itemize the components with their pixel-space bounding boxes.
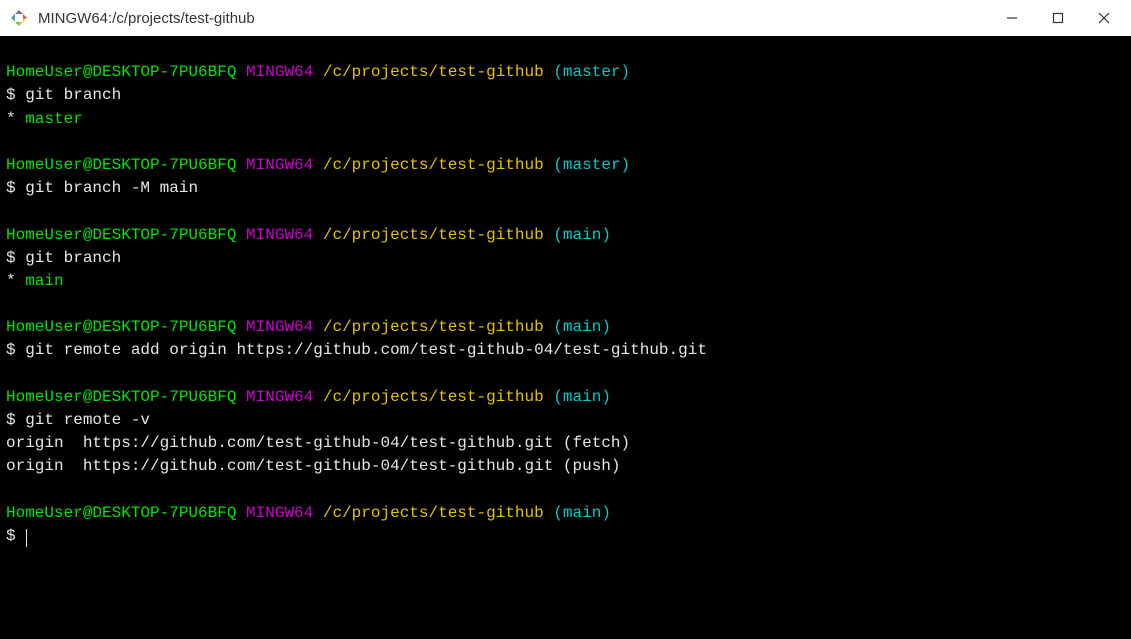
title-bar: MINGW64:/c/projects/test-github bbox=[0, 0, 1131, 36]
prompt-line: HomeUser@DESKTOP-7PU6BFQ MINGW64 /c/proj… bbox=[6, 224, 1125, 247]
branch-name: main bbox=[25, 272, 63, 290]
output-line: * main bbox=[6, 270, 1125, 293]
prompt-symbol: $ bbox=[6, 249, 16, 267]
prompt-env: MINGW64 bbox=[246, 504, 313, 522]
prompt-symbol: $ bbox=[6, 527, 16, 545]
prompt-user: HomeUser@DESKTOP-7PU6BFQ bbox=[6, 226, 236, 244]
prompt-branch: (master) bbox=[553, 156, 630, 174]
maximize-button[interactable] bbox=[1035, 0, 1081, 36]
prompt-line: HomeUser@DESKTOP-7PU6BFQ MINGW64 /c/proj… bbox=[6, 502, 1125, 525]
command-text: git remote -v bbox=[16, 411, 150, 429]
prompt-symbol: $ bbox=[6, 86, 16, 104]
prompt-path: /c/projects/test-github bbox=[323, 318, 544, 336]
blank-line bbox=[6, 479, 1125, 502]
blank-line bbox=[6, 38, 1125, 61]
prompt-path: /c/projects/test-github bbox=[323, 63, 544, 81]
prompt-env: MINGW64 bbox=[246, 226, 313, 244]
terminal-cursor bbox=[26, 529, 27, 547]
output-text: * bbox=[6, 110, 25, 128]
command-line: $ bbox=[6, 525, 1125, 548]
output-line: origin https://github.com/test-github-04… bbox=[6, 455, 1125, 478]
command-text: git branch bbox=[16, 249, 122, 267]
blank-line bbox=[6, 363, 1125, 386]
close-button[interactable] bbox=[1081, 0, 1127, 36]
window-title: MINGW64:/c/projects/test-github bbox=[38, 10, 989, 27]
command-line: $ git remote -v bbox=[6, 409, 1125, 432]
command-line: $ git branch bbox=[6, 84, 1125, 107]
prompt-env: MINGW64 bbox=[246, 388, 313, 406]
command-line: $ git branch bbox=[6, 247, 1125, 270]
prompt-user: HomeUser@DESKTOP-7PU6BFQ bbox=[6, 156, 236, 174]
prompt-user: HomeUser@DESKTOP-7PU6BFQ bbox=[6, 63, 236, 81]
prompt-line: HomeUser@DESKTOP-7PU6BFQ MINGW64 /c/proj… bbox=[6, 386, 1125, 409]
output-text: origin https://github.com/test-github-04… bbox=[6, 457, 621, 475]
prompt-env: MINGW64 bbox=[246, 156, 313, 174]
prompt-path: /c/projects/test-github bbox=[323, 156, 544, 174]
prompt-line: HomeUser@DESKTOP-7PU6BFQ MINGW64 /c/proj… bbox=[6, 316, 1125, 339]
minimize-button[interactable] bbox=[989, 0, 1035, 36]
prompt-branch: (main) bbox=[553, 388, 611, 406]
prompt-line: HomeUser@DESKTOP-7PU6BFQ MINGW64 /c/proj… bbox=[6, 154, 1125, 177]
blank-line bbox=[6, 131, 1125, 154]
prompt-path: /c/projects/test-github bbox=[323, 226, 544, 244]
command-text: git remote add origin https://github.com… bbox=[16, 341, 707, 359]
prompt-branch: (main) bbox=[553, 226, 611, 244]
command-line: $ git remote add origin https://github.c… bbox=[6, 339, 1125, 362]
prompt-branch: (main) bbox=[553, 318, 611, 336]
output-line: origin https://github.com/test-github-04… bbox=[6, 432, 1125, 455]
window-controls bbox=[989, 0, 1127, 36]
prompt-user: HomeUser@DESKTOP-7PU6BFQ bbox=[6, 504, 236, 522]
branch-name: master bbox=[25, 110, 83, 128]
prompt-branch: (master) bbox=[553, 63, 630, 81]
command-text: git branch bbox=[16, 86, 122, 104]
prompt-line: HomeUser@DESKTOP-7PU6BFQ MINGW64 /c/proj… bbox=[6, 61, 1125, 84]
prompt-path: /c/projects/test-github bbox=[323, 388, 544, 406]
command-line: $ git branch -M main bbox=[6, 177, 1125, 200]
prompt-path: /c/projects/test-github bbox=[323, 504, 544, 522]
git-bash-icon bbox=[10, 9, 28, 27]
output-line: * master bbox=[6, 108, 1125, 131]
prompt-user: HomeUser@DESKTOP-7PU6BFQ bbox=[6, 388, 236, 406]
prompt-symbol: $ bbox=[6, 179, 16, 197]
prompt-env: MINGW64 bbox=[246, 63, 313, 81]
prompt-user: HomeUser@DESKTOP-7PU6BFQ bbox=[6, 318, 236, 336]
terminal-area[interactable]: HomeUser@DESKTOP-7PU6BFQ MINGW64 /c/proj… bbox=[0, 36, 1131, 639]
blank-line bbox=[6, 293, 1125, 316]
prompt-symbol: $ bbox=[6, 341, 16, 359]
output-text: * bbox=[6, 272, 25, 290]
blank-line bbox=[6, 200, 1125, 223]
prompt-symbol: $ bbox=[6, 411, 16, 429]
output-text: origin https://github.com/test-github-04… bbox=[6, 434, 630, 452]
prompt-branch: (main) bbox=[553, 504, 611, 522]
command-text: git branch -M main bbox=[16, 179, 198, 197]
prompt-env: MINGW64 bbox=[246, 318, 313, 336]
